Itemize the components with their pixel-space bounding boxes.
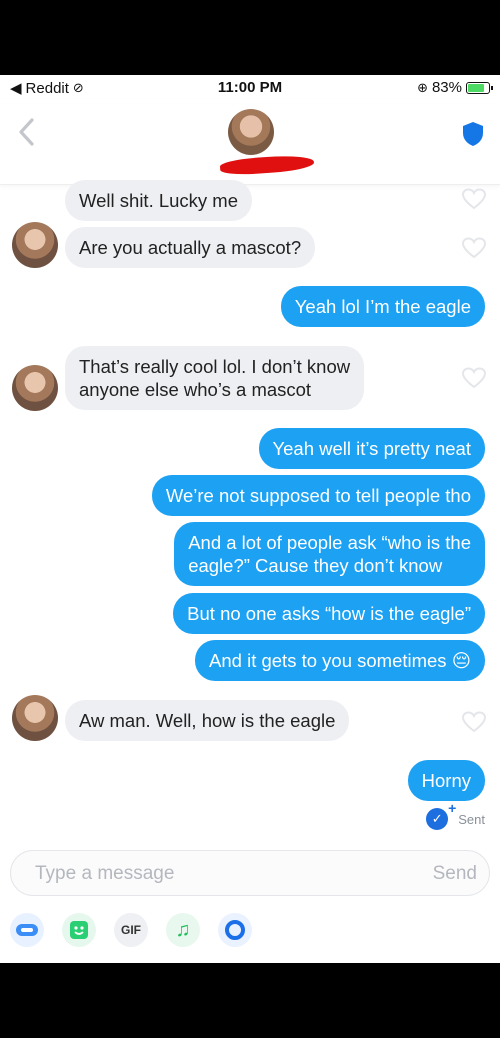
battery-percent: 83% <box>431 79 462 96</box>
sent-status: ✓ + Sent <box>426 800 485 830</box>
loop-icon[interactable] <box>218 913 252 947</box>
outgoing-message[interactable]: Yeah well it’s pretty neat <box>258 428 485 469</box>
sticker-icon[interactable] <box>62 913 96 947</box>
gif-icon[interactable]: GIF <box>114 913 148 947</box>
back-chevron-icon[interactable] <box>16 117 38 147</box>
message-line: That’s really cool lol. I don’t know <box>79 356 351 377</box>
outgoing-message[interactable]: We’re not supposed to tell people tho <box>151 475 485 516</box>
outgoing-message[interactable]: But no one asks “how is the eagle” <box>173 593 485 634</box>
heart-icon[interactable] <box>462 367 486 389</box>
keyboard-icon[interactable] <box>10 913 44 947</box>
heart-icon[interactable] <box>462 188 486 210</box>
sent-label: Sent <box>458 811 485 827</box>
shield-icon[interactable] <box>462 121 484 147</box>
outgoing-message[interactable]: And it gets to you sometimes 😔 <box>195 640 485 681</box>
status-bar: ◀ Reddit ⊘ 11:00 PM ⊕ 83% <box>0 75 500 99</box>
name-redaction <box>219 153 315 177</box>
sender-avatar[interactable] <box>12 695 58 741</box>
outgoing-message[interactable]: And a lot of people ask “who is the eagl… <box>174 522 485 586</box>
outgoing-message[interactable]: Yeah lol I’m the eagle <box>280 286 485 327</box>
orientation-lock-icon: ⊕ <box>417 79 428 95</box>
message-line: And a lot of people ask “who is the <box>188 532 471 553</box>
message-line: anyone else who’s a mascot <box>79 379 312 400</box>
incoming-message[interactable]: Well shit. Lucky me <box>65 180 253 221</box>
message-line: eagle?” Cause they don’t know <box>188 555 443 576</box>
composer-tools: GIF ♫ <box>0 913 500 953</box>
heart-icon[interactable] <box>462 237 486 259</box>
status-right: ⊕ 83% <box>417 79 493 96</box>
incoming-message[interactable]: Aw man. Well, how is the eagle <box>65 700 350 741</box>
chat-header <box>0 99 500 185</box>
chat-screen: ◀ Reddit ⊘ 11:00 PM ⊕ 83% Well shit. Luc… <box>0 75 500 963</box>
sender-avatar[interactable] <box>12 365 58 411</box>
incoming-message[interactable]: That’s really cool lol. I don’t know any… <box>65 346 365 410</box>
heart-icon[interactable] <box>462 711 486 733</box>
incoming-message[interactable]: Are you actually a mascot? <box>65 227 316 268</box>
music-icon[interactable]: ♫ <box>166 913 200 947</box>
sender-avatar[interactable] <box>12 222 58 268</box>
sent-check-icon: ✓ + <box>426 800 456 830</box>
outgoing-message[interactable]: Horny <box>407 760 485 801</box>
message-input-placeholder: Type a message <box>35 863 175 884</box>
battery-icon <box>466 81 493 94</box>
battery-fill <box>468 83 484 92</box>
message-input[interactable]: Type a message Send <box>10 850 490 896</box>
match-avatar[interactable] <box>228 109 274 155</box>
send-button[interactable]: Send <box>433 863 477 885</box>
